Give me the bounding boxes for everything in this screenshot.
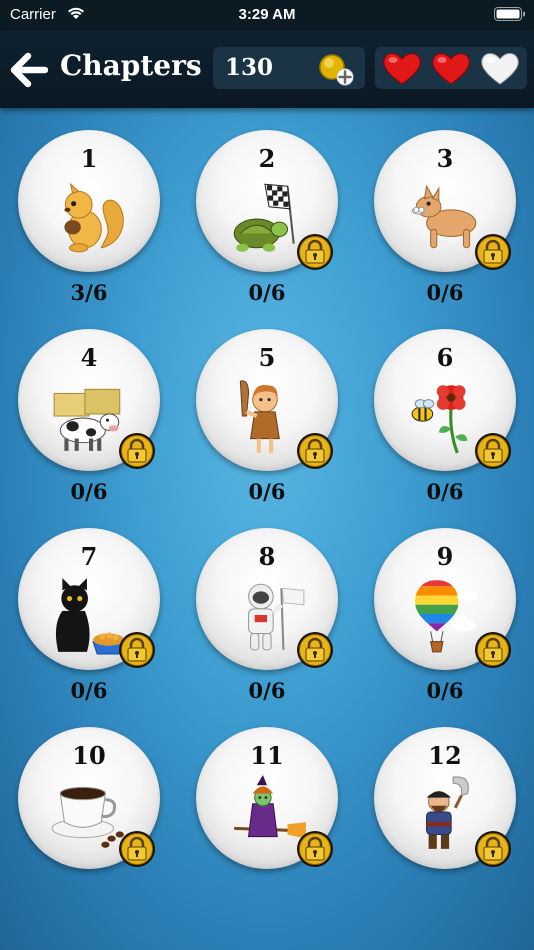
lock-icon <box>119 831 155 867</box>
chapter-2-button[interactable]: 2 0/6 <box>178 108 356 306</box>
chapter-number: 8 <box>258 542 276 571</box>
lock-icon <box>119 433 155 469</box>
lock-icon <box>297 234 333 270</box>
chapter-progress: 0/6 <box>426 479 464 504</box>
chapter-number: 4 <box>80 343 98 372</box>
page-title: Chapters <box>60 49 202 82</box>
lock-icon <box>119 632 155 668</box>
chapter-number: 3 <box>436 144 454 173</box>
heart-full-icon <box>432 53 470 85</box>
chapter-grid: 1 3/6 2 0/6 3 0/6 4 0/6 5 0/6 6 0/6 7 0/… <box>0 108 534 950</box>
chapter-progress: 0/6 <box>248 280 286 305</box>
chapter-progress: 0/6 <box>70 678 108 703</box>
chapter-1-button[interactable]: 1 3/6 <box>0 108 178 306</box>
chapter-disc: 2 <box>196 130 338 272</box>
lives-panel <box>375 47 527 89</box>
battery-icon <box>494 7 525 21</box>
chapter-3-button[interactable]: 3 0/6 <box>356 108 534 306</box>
chapter-disc: 3 <box>374 130 516 272</box>
lock-icon <box>475 433 511 469</box>
chapter-progress: 0/6 <box>248 479 286 504</box>
status-time: 3:29 AM <box>238 6 296 23</box>
back-button[interactable] <box>10 52 50 88</box>
chapter-progress: 3/6 <box>70 280 108 305</box>
lock-icon <box>475 831 511 867</box>
chapter-disc: 4 <box>18 329 160 471</box>
chapter-11-button[interactable]: 11 <box>178 705 356 903</box>
chapter-disc: 5 <box>196 329 338 471</box>
chapter-7-button[interactable]: 7 0/6 <box>0 506 178 704</box>
chapter-disc: 9 <box>374 528 516 670</box>
chapter-12-button[interactable]: 12 <box>356 705 534 903</box>
chapter-number: 12 <box>428 741 462 770</box>
chapter-disc: 10 <box>18 727 160 869</box>
lock-icon <box>297 632 333 668</box>
chapter-number: 11 <box>250 741 284 770</box>
chapter-number: 9 <box>436 542 454 571</box>
chapter-8-button[interactable]: 8 0/6 <box>178 506 356 704</box>
add-coins-icon[interactable] <box>317 51 357 87</box>
coins-count: 130 <box>225 54 274 81</box>
heart-empty-icon <box>481 53 519 85</box>
chapter-progress: 0/6 <box>426 280 464 305</box>
chapter-4-button[interactable]: 4 0/6 <box>0 307 178 505</box>
chapter-disc: 11 <box>196 727 338 869</box>
lock-icon <box>475 632 511 668</box>
chapter-number: 7 <box>80 542 98 571</box>
back-arrow-icon <box>10 52 49 88</box>
chapter-disc: 12 <box>374 727 516 869</box>
chapter-number: 2 <box>258 144 276 173</box>
chapter-disc: 7 <box>18 528 160 670</box>
coins-panel[interactable]: 130 <box>213 47 365 89</box>
chapter-5-button[interactable]: 5 0/6 <box>178 307 356 505</box>
chapter-number: 6 <box>436 343 454 372</box>
header-bar: Chapters 130 <box>0 30 534 108</box>
chapter-number: 10 <box>72 741 106 770</box>
chapter-disc: 1 <box>18 130 160 272</box>
heart-full-icon <box>383 53 421 85</box>
chapter-progress: 0/6 <box>248 678 286 703</box>
chapter-progress: 0/6 <box>426 678 464 703</box>
chapter-disc: 6 <box>374 329 516 471</box>
squirrel-icon <box>64 182 124 253</box>
lock-icon <box>297 433 333 469</box>
chapter-number: 1 <box>80 144 98 173</box>
lock-icon <box>297 831 333 867</box>
status-bar: Carrier 3:29 AM <box>0 0 534 30</box>
chapter-disc: 8 <box>196 528 338 670</box>
chapter-number: 5 <box>258 343 276 372</box>
chapter-10-button[interactable]: 10 <box>0 705 178 903</box>
chapter-6-button[interactable]: 6 0/6 <box>356 307 534 505</box>
lock-icon <box>475 234 511 270</box>
chapter-progress: 0/6 <box>70 479 108 504</box>
chapter-9-button[interactable]: 9 0/6 <box>356 506 534 704</box>
